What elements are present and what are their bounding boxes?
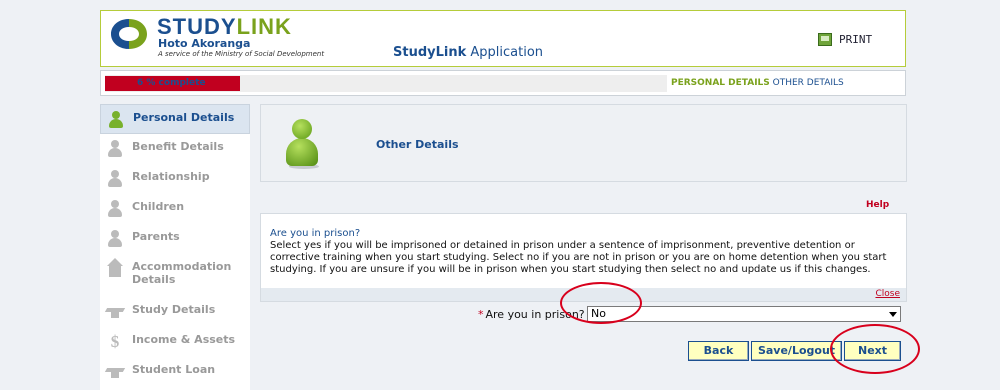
close-help-link[interactable]: Close (875, 289, 900, 299)
annotation-circle-next (830, 324, 920, 374)
step-current: PERSONAL DETAILS (671, 78, 770, 88)
sidebar-item-label: Accommodation Details (132, 260, 232, 286)
sidebar-item-accommodation-details[interactable]: Accommodation Details (100, 254, 250, 297)
header: STUDYLINK Hoto Akoranga A service of the… (100, 10, 906, 67)
sidebar-item-label: Benefit Details (132, 140, 224, 153)
sidebar-item-personal-details[interactable]: Personal Details (100, 104, 250, 134)
sidebar-item-study-details[interactable]: Study Details (100, 297, 250, 327)
sidebar-item-label: Parents (132, 230, 180, 243)
save-logout-button[interactable]: Save/Logout (751, 341, 842, 361)
help-question-body: Select yes if you will be imprisoned or … (270, 240, 887, 275)
progress-label: 6 % complete (137, 78, 206, 88)
dropdown-arrow-icon (889, 312, 897, 317)
studylink-logo-icon (111, 19, 147, 49)
person-avatar-icon (285, 119, 319, 169)
sidebar-item-label: Study Details (132, 303, 216, 316)
sidebar-item-label: Income & Assets (132, 333, 236, 346)
help-link[interactable]: Help (866, 200, 889, 210)
section-header-panel: Other Details (260, 104, 907, 182)
printer-icon (818, 33, 832, 46)
sidebar-item-label: Relationship (132, 170, 210, 183)
sidebar-item-parents[interactable]: Parents (100, 224, 250, 254)
step-indicator: PERSONAL DETAILS OTHER DETAILS (671, 78, 844, 88)
sidebar-item-label: Student Loan (132, 363, 216, 376)
children-icon (106, 200, 124, 218)
help-question-title: Are you in prison? (270, 228, 361, 239)
back-button[interactable]: Back (688, 341, 749, 361)
print-button[interactable]: PRINT (818, 33, 872, 46)
sidebar-item-benefit-details[interactable]: Benefit Details (100, 134, 250, 164)
logo-subtitle: Hoto Akoranga (158, 37, 251, 50)
step-next: OTHER DETAILS (772, 78, 844, 88)
required-marker: * (478, 308, 484, 321)
app-title: StudyLink Application (393, 45, 544, 60)
graduation-cap-icon (106, 363, 124, 381)
dollar-icon: $ (110, 332, 120, 351)
logo-tagline: A service of the Ministry of Social Deve… (158, 50, 325, 58)
graduation-cap-icon (106, 303, 124, 321)
sidebar-nav: Personal Details Benefit Details Relatio… (100, 104, 250, 390)
sidebar-item-label: Children (132, 200, 185, 213)
sidebar-item-children[interactable]: Children (100, 194, 250, 224)
print-label: PRINT (839, 33, 873, 46)
sidebar-item-student-loan[interactable]: Student Loan (100, 357, 250, 387)
progress-bar-container: 6 % complete PERSONAL DETAILS OTHER DETA… (100, 70, 906, 96)
benefit-icon (106, 140, 124, 158)
person-icon (107, 111, 125, 129)
sidebar-item-relationship[interactable]: Relationship (100, 164, 250, 194)
sidebar-item-label: Personal Details (133, 111, 235, 124)
house-icon (106, 258, 124, 278)
section-title: Other Details (376, 138, 459, 151)
relationship-icon (106, 170, 124, 188)
annotation-circle-select (560, 282, 642, 324)
parents-icon (106, 230, 124, 248)
sidebar-item-income-assets[interactable]: $ Income & Assets (100, 327, 250, 357)
